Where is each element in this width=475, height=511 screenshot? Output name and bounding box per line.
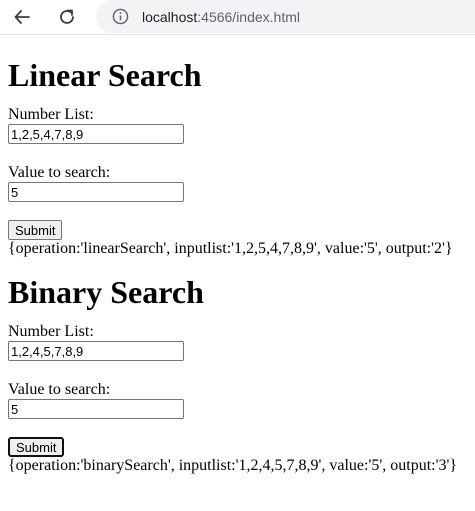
back-button[interactable] — [10, 5, 34, 29]
binary-list-label: Number List: — [8, 323, 94, 340]
binary-list-input[interactable] — [8, 341, 184, 361]
reload-icon — [60, 9, 74, 24]
linear-value-label: Value to search: — [8, 164, 111, 181]
arrow-left-icon — [14, 10, 30, 24]
url-host: localhost — [142, 8, 198, 25]
binary-search-section: Binary Search Number List: Value to sear… — [8, 258, 467, 475]
linear-search-section: Linear Search Number List: Value to sear… — [8, 35, 467, 258]
url-text[interactable]: localhost:4566/index.html — [142, 9, 300, 25]
url-path: :4566/index.html — [197, 8, 300, 25]
address-bar[interactable]: localhost:4566/index.html — [96, 0, 475, 33]
linear-list-input[interactable] — [8, 124, 184, 144]
binary-value-label: Value to search: — [8, 381, 111, 398]
linear-search-title: Linear Search — [8, 57, 202, 93]
linear-value-input[interactable] — [8, 182, 184, 202]
binary-submit-button[interactable]: Submit — [8, 437, 65, 457]
linear-output: {operation:'linearSearch', inputlist:'1,… — [8, 240, 453, 257]
linear-list-label: Number List: — [8, 106, 94, 123]
binary-value-input[interactable] — [8, 399, 184, 419]
reload-button[interactable] — [55, 5, 79, 29]
info-icon[interactable] — [112, 8, 129, 25]
binary-search-title: Binary Search — [8, 274, 204, 310]
binary-output: {operation:'binarySearch', inputlist:'1,… — [8, 457, 458, 474]
linear-submit-button[interactable]: Submit — [8, 220, 63, 240]
page-content: Linear Search Number List: Value to sear… — [0, 35, 475, 475]
browser-toolbar: localhost:4566/index.html — [0, 0, 475, 35]
